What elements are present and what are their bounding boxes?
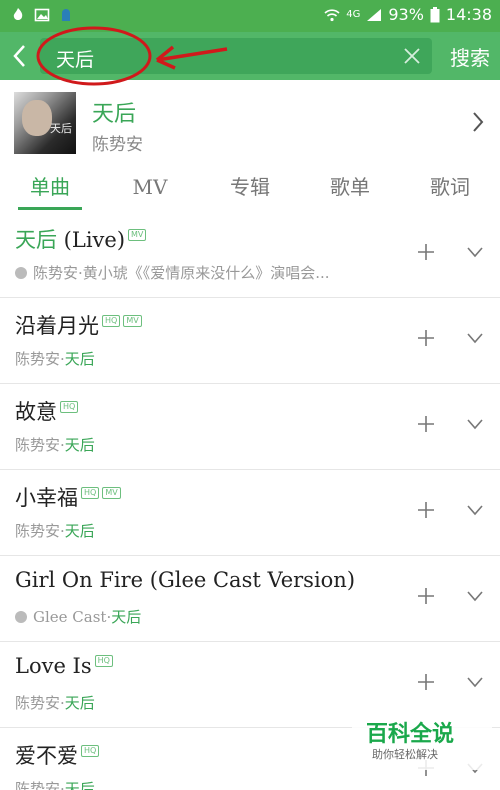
back-arrow-icon[interactable] (6, 40, 36, 72)
quality-badge: MV (123, 315, 142, 327)
chevron-down-icon[interactable] (466, 676, 484, 688)
clock: 14:38 (445, 5, 492, 24)
song-artist: 陈势安·黄小琥《《爱情原来没什么》演唱会... (33, 264, 330, 282)
add-icon[interactable] (416, 414, 436, 434)
battery-icon (430, 6, 440, 22)
song-row[interactable]: Girl On Fire (Glee Cast Version) Glee Cas… (0, 556, 500, 642)
tab-lyrics[interactable]: 歌词 (400, 162, 500, 212)
song-title-text: 故意 (15, 400, 57, 424)
song-meta: 陈势安·天后 (15, 348, 95, 369)
song-meta: 陈势安·天后 (15, 692, 95, 713)
song-title: 沿着月光 HQ MV (15, 310, 142, 340)
song-meta: 陈势安·天后 (15, 520, 95, 541)
quality-badge: MV (102, 487, 121, 499)
add-icon[interactable] (416, 242, 436, 262)
chevron-right-icon (473, 112, 484, 132)
search-input-value: 天后 (56, 49, 95, 71)
tab-playlists[interactable]: 歌单 (300, 162, 400, 212)
song-row[interactable]: 沿着月光 HQ MV 陈势安·天后 (0, 298, 500, 384)
quality-badge: HQ (94, 655, 113, 667)
app-icon (62, 9, 70, 21)
artist-name: 天后 (92, 102, 137, 127)
song-row[interactable]: 小幸福 HQ MV 陈势安·天后 (0, 470, 500, 556)
chevron-down-icon[interactable] (466, 590, 484, 602)
add-icon[interactable] (416, 328, 436, 348)
network-type: 4G (346, 9, 361, 20)
song-title-text: 沿着月光 (15, 314, 99, 338)
image-icon (34, 8, 50, 22)
song-title: 天后 (Live) MV (15, 224, 147, 254)
song-title-text: (Live) (57, 228, 126, 252)
artist-card[interactable]: 天后 天后 陈势安 (0, 80, 500, 162)
quality-badge: HQ (60, 401, 79, 413)
song-album: 天后 (64, 522, 95, 540)
song-artist: 陈势安· (15, 522, 65, 540)
song-title: Love Is HQ (15, 654, 113, 678)
chevron-down-icon[interactable] (466, 246, 484, 258)
song-album: 天后 (64, 780, 95, 790)
quality-badge: MV (128, 229, 147, 241)
song-artist: 陈势安· (15, 694, 65, 712)
tab-albums[interactable]: 专辑 (200, 162, 300, 212)
search-button[interactable]: 搜索 (450, 42, 490, 71)
add-icon[interactable] (416, 672, 436, 692)
system-indicators: 4G 93% 14:38 (324, 5, 492, 24)
song-title-text: Love Is (15, 654, 92, 678)
song-album: 天后 (64, 350, 95, 368)
song-artist: 陈势安· (15, 436, 65, 454)
avatar-face (22, 100, 52, 136)
add-icon[interactable] (416, 586, 436, 606)
quality-badge: HQ (81, 487, 100, 499)
song-meta: 陈势安·天后 (15, 434, 95, 455)
song-meta: 陈势安·黄小琥《《爱情原来没什么》演唱会... (15, 262, 330, 283)
chevron-down-icon[interactable] (466, 332, 484, 344)
status-bar: 4G 93% 14:38 (0, 0, 500, 32)
artist-subtitle: 陈势安 (92, 135, 143, 155)
song-row[interactable]: 天后 (Live) MV 陈势安·黄小琥《《爱情原来没什么》演唱会... (0, 212, 500, 298)
song-list: 天后 (Live) MV 陈势安·黄小琥《《爱情原来没什么》演唱会... 沿着月光 HQ… (0, 212, 500, 790)
wifi-icon (324, 8, 340, 21)
chevron-down-icon[interactable] (466, 418, 484, 430)
notification-icons (10, 7, 74, 23)
fire-icon (13, 8, 23, 20)
tab-mv[interactable]: MV (100, 162, 200, 212)
tab-songs[interactable]: 单曲 (0, 162, 100, 212)
song-title-text: 爱不爱 (15, 744, 78, 768)
song-meta: Glee Cast·天后 (15, 606, 141, 627)
watermark: 百科全说 助你轻松解决 (352, 710, 492, 770)
song-artist: 陈势安· (15, 780, 65, 790)
song-row[interactable]: 故意 HQ 陈势安·天后 (0, 384, 500, 470)
chevron-down-icon[interactable] (466, 504, 484, 516)
song-title-text: Girl On Fire (Glee Cast Version) (15, 568, 356, 592)
song-album: 天后 (111, 608, 142, 626)
watermark-title: 百科全说 (366, 722, 455, 747)
song-title-highlight: 天后 (15, 228, 57, 252)
battery-percent: 93% (388, 5, 424, 24)
live-source-icon (15, 267, 27, 279)
song-title-text: 小幸福 (15, 486, 78, 510)
result-tabs: 单曲 MV 专辑 歌单 歌词 (0, 162, 500, 212)
search-header: 天后 搜索 (0, 32, 500, 80)
song-title: Girl On Fire (Glee Cast Version) (15, 568, 355, 592)
artist-avatar: 天后 (14, 92, 76, 154)
song-meta: 陈势安·天后 (15, 778, 95, 790)
live-source-icon (15, 611, 27, 623)
song-title: 故意 HQ (15, 396, 79, 426)
watermark-subtitle: 助你轻松解决 (372, 748, 438, 761)
song-artist: 陈势安· (15, 350, 65, 368)
song-title: 小幸福 HQ MV (15, 482, 121, 512)
avatar-text: 天后 (50, 122, 72, 135)
song-artist: Glee Cast· (33, 608, 112, 626)
quality-badge: HQ (81, 745, 100, 757)
add-icon[interactable] (416, 500, 436, 520)
signal-icon (367, 8, 382, 21)
quality-badge: HQ (102, 315, 121, 327)
clear-icon[interactable] (402, 46, 422, 66)
song-album: 天后 (64, 436, 95, 454)
search-input[interactable]: 天后 (40, 38, 432, 74)
song-album: 天后 (64, 694, 95, 712)
song-title: 爱不爱 HQ (15, 740, 100, 770)
